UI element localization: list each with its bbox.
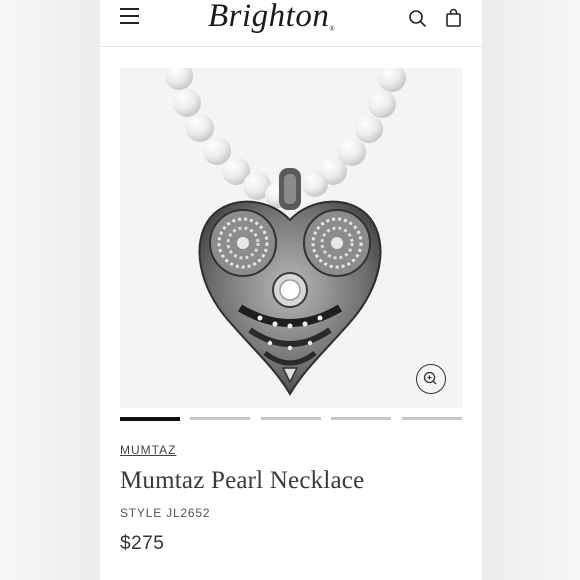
- zoom-in-icon[interactable]: [416, 364, 446, 394]
- hamburger-menu-icon[interactable]: [120, 8, 142, 26]
- gallery-indicator-3[interactable]: [261, 417, 321, 420]
- gallery-indicator-4[interactable]: [331, 417, 391, 420]
- collection-link[interactable]: MUMTAZ: [120, 443, 176, 457]
- gallery-indicator-5[interactable]: [402, 417, 462, 420]
- style-number: STYLE JL2652: [120, 506, 211, 520]
- site-header: Brighton®: [100, 0, 482, 47]
- registered-mark: ®: [329, 25, 336, 33]
- mobile-page: Brighton® MUMTAZ Mumtaz Pearl Necklace S…: [100, 0, 482, 580]
- background-left: [0, 0, 100, 580]
- gallery-indicator-2[interactable]: [190, 417, 250, 420]
- gallery-indicator-1[interactable]: [120, 416, 180, 421]
- product-image[interactable]: [120, 68, 463, 408]
- brand-logo[interactable]: Brighton®: [208, 0, 368, 38]
- background-right: [480, 0, 580, 580]
- product-title: Mumtaz Pearl Necklace: [120, 467, 365, 494]
- search-icon[interactable]: [408, 9, 428, 29]
- necklace-illustration: [120, 68, 463, 408]
- logo-text: Brighton: [208, 0, 330, 34]
- product-price: $275: [120, 533, 165, 554]
- shopping-bag-icon[interactable]: [444, 8, 464, 28]
- gallery-indicators: [120, 416, 463, 421]
